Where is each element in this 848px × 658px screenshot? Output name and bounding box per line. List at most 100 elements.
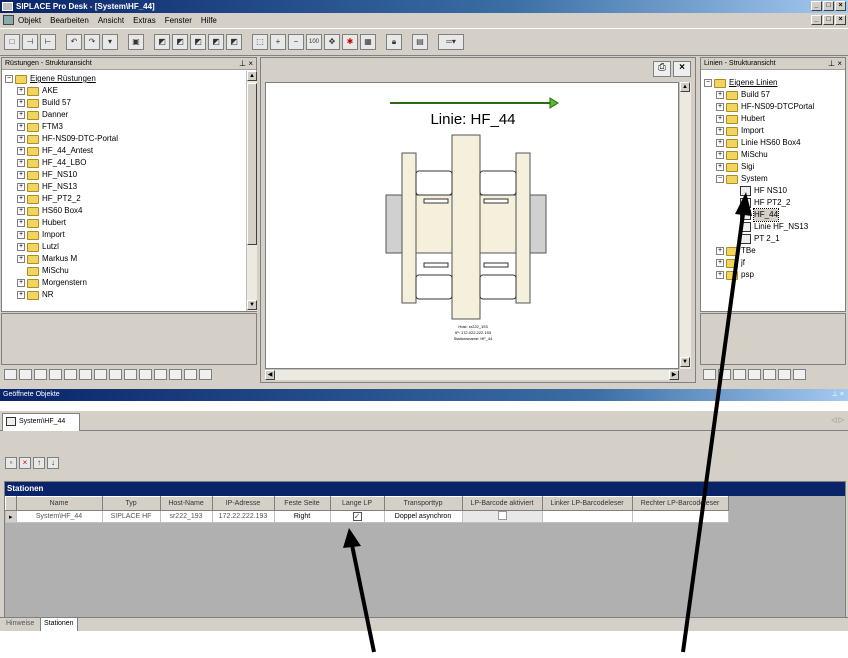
cell-barcode[interactable]	[461, 510, 543, 523]
expand-icon[interactable]: +	[17, 123, 25, 131]
view-close-icon[interactable]: ×	[673, 61, 691, 77]
setup-item[interactable]: + NR	[17, 289, 118, 301]
cell-lange-lp[interactable]: ✓	[329, 510, 385, 523]
expand-icon[interactable]: +	[17, 255, 25, 263]
delete-icon[interactable]: ×	[19, 457, 31, 469]
expand-icon[interactable]: +	[716, 151, 724, 159]
menu-extras[interactable]: Extras	[133, 16, 156, 25]
expand-icon[interactable]: +	[17, 99, 25, 107]
expand-icon[interactable]: +	[716, 127, 724, 135]
cell-typ[interactable]: SIPLACE HF	[101, 510, 161, 523]
col-transport[interactable]: Transporttyp	[383, 496, 463, 511]
zoom-area-icon[interactable]: ⬚	[252, 34, 268, 50]
tab-icon-1[interactable]	[703, 369, 716, 380]
setup-item[interactable]: MiSchu	[17, 265, 118, 277]
pin-icon[interactable]: ⊥	[239, 59, 246, 68]
line-item[interactable]: + Hubert	[716, 113, 814, 125]
dropdown-icon[interactable]: ▾	[102, 34, 118, 50]
station-item[interactable]: HF NS10	[740, 185, 808, 197]
expand-icon[interactable]: +	[17, 111, 25, 119]
line-item[interactable]: + Linie HS60 Box4	[716, 137, 814, 149]
mdi-restore-button[interactable]: □	[823, 15, 834, 25]
expand-icon[interactable]: +	[716, 163, 724, 171]
expand-icon[interactable]: +	[17, 171, 25, 179]
view-vscrollbar[interactable]: ▲ ▼	[679, 82, 691, 369]
tab-icon-6[interactable]	[79, 369, 92, 380]
pan-icon[interactable]: ✥	[324, 34, 340, 50]
station-item[interactable]: PT 2_1	[740, 233, 808, 245]
line-item[interactable]: + Build 57	[716, 89, 814, 101]
setup-icon-1[interactable]: ◩	[154, 34, 170, 50]
tab-scroll-icon[interactable]: ◁ ▷	[831, 416, 844, 424]
tab-icon-2[interactable]	[718, 369, 731, 380]
tab-icon-9[interactable]	[124, 369, 137, 380]
print-icon[interactable]: ⎙	[653, 61, 671, 77]
cell-name[interactable]: System\HF_44	[15, 510, 103, 523]
line-item[interactable]: + MiSchu	[716, 149, 814, 161]
undo-icon[interactable]: ↶	[66, 34, 82, 50]
line-item[interactable]: + Sigi	[716, 161, 814, 173]
setup-icon-2[interactable]: ◩	[172, 34, 188, 50]
component-icon[interactable]: ✱	[342, 34, 358, 50]
tab-icon-3[interactable]	[733, 369, 746, 380]
setup-item[interactable]: + AKE	[17, 85, 118, 97]
open-objects-close-icon[interactable]: ⊥ ×	[832, 389, 844, 401]
setup-icon-4[interactable]: ◩	[208, 34, 224, 50]
expand-icon[interactable]: +	[17, 87, 25, 95]
report-icon[interactable]: ▤	[412, 34, 428, 50]
lock-icon[interactable]: 🔒︎	[386, 34, 402, 50]
setup-item[interactable]: + Markus M	[17, 253, 118, 265]
station-item[interactable]: Linie HF_NS13	[740, 221, 808, 233]
tab-icon-2[interactable]	[19, 369, 32, 380]
tab-icon-5[interactable]	[64, 369, 77, 380]
expand-icon[interactable]: +	[17, 279, 25, 287]
expand-icon[interactable]: +	[17, 135, 25, 143]
tab-system-hf44[interactable]: System\HF_44	[2, 413, 80, 431]
setup-icon-3[interactable]: ◩	[190, 34, 206, 50]
tab-icon-4[interactable]	[49, 369, 62, 380]
toolbar-icon-2[interactable]: ⊣	[22, 34, 38, 50]
tab-hinweise[interactable]: Hinweise	[6, 620, 34, 627]
tab-icon-12[interactable]	[169, 369, 182, 380]
menu-fenster[interactable]: Fenster	[165, 16, 192, 25]
mdi-minimize-button[interactable]: _	[811, 15, 822, 25]
cell-left-reader[interactable]	[541, 510, 633, 523]
panel-close-icon[interactable]: ×	[837, 59, 842, 68]
setup-item[interactable]: + FTM3	[17, 121, 118, 133]
cell-transport[interactable]: Doppel asynchron	[383, 510, 463, 523]
row-selector-icon[interactable]: ▸	[5, 510, 17, 523]
setup-item[interactable]: + HF_44_LBO	[17, 157, 118, 169]
new-row-icon[interactable]: ▫	[5, 457, 17, 469]
minimize-button[interactable]: _	[811, 1, 822, 11]
tab-icon-13[interactable]	[184, 369, 197, 380]
cell-right-reader[interactable]	[631, 510, 729, 523]
cell-ip[interactable]: 172.22.222.193	[211, 510, 275, 523]
view-hscrollbar[interactable]: ◀ ▶	[265, 369, 679, 380]
setup-item[interactable]: + Hubert	[17, 217, 118, 229]
col-side[interactable]: Feste Seite	[273, 496, 331, 511]
move-up-icon[interactable]: ↑	[33, 457, 45, 469]
expand-icon[interactable]: +	[716, 91, 724, 99]
expand-icon[interactable]: +	[17, 183, 25, 191]
pin-icon[interactable]: ⊥	[828, 59, 835, 68]
station-item[interactable]: HF_44	[740, 208, 808, 222]
setup-item[interactable]: + HF-NS09-DTC-Portal	[17, 133, 118, 145]
collapse-icon[interactable]: −	[716, 175, 724, 183]
tab-icon-7[interactable]	[94, 369, 107, 380]
tab-stationen[interactable]: Stationen	[40, 618, 78, 632]
mdi-close-button[interactable]: ×	[835, 15, 846, 25]
menu-objekt[interactable]: Objekt	[18, 16, 41, 25]
lines-tree-root[interactable]: − Eigene Linien	[704, 77, 777, 89]
expand-icon[interactable]: +	[716, 115, 724, 123]
col-right-reader[interactable]: Rechter LP-Barcodeleser	[631, 496, 729, 511]
tab-icon-14[interactable]	[199, 369, 212, 380]
tab-icon-11[interactable]	[154, 369, 167, 380]
expand-icon[interactable]: +	[716, 103, 724, 111]
line-item[interactable]: + TBe	[716, 245, 756, 257]
col-barcode[interactable]: LP-Barcode aktiviert	[461, 496, 543, 511]
setup-item[interactable]: + HF_NS10	[17, 169, 118, 181]
barcode-checkbox[interactable]	[497, 511, 507, 520]
col-lange-lp[interactable]: Lange LP	[329, 496, 385, 511]
setup-icon-5[interactable]: ◩	[226, 34, 242, 50]
col-name[interactable]: Name	[15, 496, 103, 511]
